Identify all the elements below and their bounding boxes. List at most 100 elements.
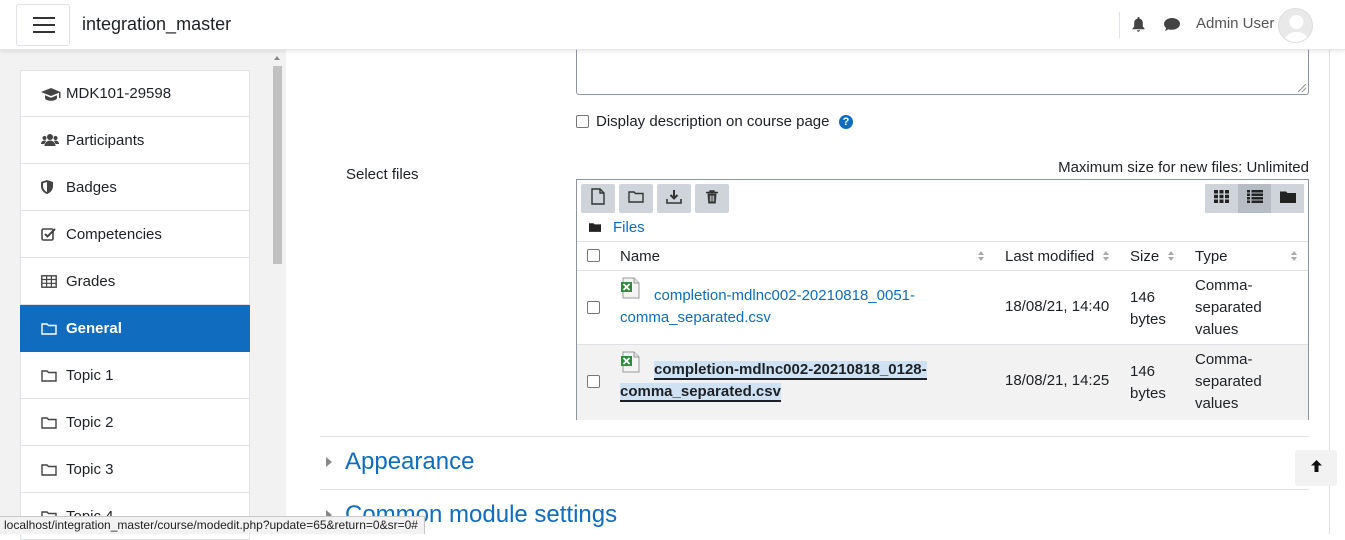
nav-item-badges[interactable]: Badges xyxy=(20,164,250,211)
nav-item-topic-2[interactable]: Topic 2 xyxy=(20,399,250,446)
file-name-link-selected[interactable]: completion-mdlnc002-20210818_0128- comma… xyxy=(620,359,940,403)
column-header-modified[interactable]: Last modified xyxy=(1005,248,1094,265)
file-table-header: Name Last modified Size Type xyxy=(577,241,1308,271)
collapse-caret-icon xyxy=(326,457,332,467)
file-size: 146 bytes xyxy=(1130,361,1166,405)
file-size-value: 146 xyxy=(1130,363,1156,380)
users-icon xyxy=(41,133,63,147)
filemanager: Files Name Last modified Size Type compl… xyxy=(576,179,1309,420)
file-size-unit: bytes xyxy=(1130,311,1166,328)
help-icon[interactable]: ? xyxy=(839,115,853,129)
folder-solid-icon xyxy=(589,219,601,236)
file-modified: 18/08/21, 14:40 xyxy=(1005,298,1110,315)
folder-icon xyxy=(41,322,63,335)
folder-icon xyxy=(628,190,644,207)
nav-item-label: Topic 3 xyxy=(66,460,114,478)
file-type-line: Comma- xyxy=(1195,277,1253,294)
file-size: 146 bytes xyxy=(1130,287,1166,331)
nav-item-label: Badges xyxy=(66,178,117,196)
file-type-line: separated xyxy=(1195,299,1262,316)
nav-item-competencies[interactable]: Competencies xyxy=(20,211,250,258)
status-bar-url: localhost/integration_master/course/mode… xyxy=(0,516,425,534)
file-type-line: values xyxy=(1195,395,1239,412)
chat-icon[interactable] xyxy=(1163,17,1181,36)
file-type-line: separated xyxy=(1195,373,1262,390)
back-to-top-button[interactable] xyxy=(1295,450,1337,486)
delete-button[interactable] xyxy=(695,184,729,213)
table-icon xyxy=(41,274,63,288)
section-divider xyxy=(320,489,1309,490)
nav-item-label: Grades xyxy=(66,272,116,290)
avatar[interactable] xyxy=(1278,8,1313,43)
nav-item-label: Competencies xyxy=(66,225,162,243)
row-checkbox[interactable] xyxy=(587,301,600,314)
section-title[interactable]: Appearance xyxy=(345,448,474,476)
add-file-button[interactable] xyxy=(581,184,615,213)
folder-icon xyxy=(41,463,63,476)
trash-icon xyxy=(706,189,718,208)
section-divider xyxy=(320,436,1309,437)
display-description-option[interactable]: Display description on course page xyxy=(576,113,829,130)
select-files-label: Select files xyxy=(346,166,419,183)
file-name-line: completion-mdlnc002-20210818_0128- xyxy=(654,361,927,380)
resize-grip-icon[interactable] xyxy=(1298,84,1306,92)
file-modified: 18/08/21, 14:25 xyxy=(1005,372,1110,389)
file-icon xyxy=(591,188,605,209)
view-mode-group xyxy=(1205,184,1304,213)
list-icon xyxy=(1246,190,1263,207)
download-icon xyxy=(666,189,682,208)
nav-item-label: MDK101-29598 xyxy=(66,85,172,102)
display-description-checkbox[interactable] xyxy=(576,115,589,128)
drawer-scrollbar-thumb[interactable] xyxy=(273,66,282,264)
column-header-name[interactable]: Name xyxy=(620,248,660,265)
nav-item-label: Topic 1 xyxy=(66,366,114,384)
breadcrumb-files-link[interactable]: Files xyxy=(613,219,645,236)
grid-icon xyxy=(1214,190,1229,207)
file-type: Comma- separated values xyxy=(1195,349,1262,415)
file-name-link[interactable]: completion-mdlnc002-20210818_0051- comma… xyxy=(620,285,940,329)
nav-item-general[interactable]: General xyxy=(20,305,250,352)
table-row[interactable]: completion-mdlnc002-20210818_0128- comma… xyxy=(577,345,1308,420)
table-row[interactable]: completion-mdlnc002-20210818_0051- comma… xyxy=(577,271,1308,345)
display-description-label: Display description on course page xyxy=(596,113,830,130)
folder-icon xyxy=(41,369,63,382)
column-header-type[interactable]: Type xyxy=(1195,248,1228,265)
file-type-line: values xyxy=(1195,321,1239,338)
file-name-line: comma_separated.csv xyxy=(620,309,771,326)
max-size-text: Maximum size for new files: Unlimited xyxy=(1058,159,1309,176)
file-size-unit: bytes xyxy=(1130,385,1166,402)
file-size-value: 146 xyxy=(1130,289,1156,306)
site-name[interactable]: integration_master xyxy=(82,14,231,35)
description-textarea[interactable] xyxy=(576,50,1309,95)
row-checkbox[interactable] xyxy=(587,375,600,388)
file-type: Comma- separated values xyxy=(1195,275,1262,341)
drawer-scrollbar[interactable] xyxy=(271,56,283,534)
bell-icon[interactable] xyxy=(1131,16,1146,37)
folder-icon xyxy=(41,416,63,429)
breadcrumb: Files xyxy=(589,219,645,236)
file-name-line: completion-mdlnc002-20210818_0051- xyxy=(654,287,916,304)
nav-item-course[interactable]: MDK101-29598 xyxy=(20,70,250,117)
user-menu-name[interactable]: Admin User xyxy=(1196,15,1274,32)
file-name-line: comma_separated.csv xyxy=(620,383,781,402)
nav-item-label: General xyxy=(66,319,122,337)
section-appearance[interactable]: Appearance xyxy=(326,448,474,476)
select-all-checkbox[interactable] xyxy=(587,249,600,262)
nav-item-label: Topic 2 xyxy=(66,413,114,431)
nav-item-grades[interactable]: Grades xyxy=(20,258,250,305)
nav-item-participants[interactable]: Participants xyxy=(20,117,250,164)
view-icons-button[interactable] xyxy=(1205,184,1238,213)
download-button[interactable] xyxy=(657,184,691,213)
view-tree-button[interactable] xyxy=(1271,184,1304,213)
create-folder-button[interactable] xyxy=(619,184,653,213)
view-details-button[interactable] xyxy=(1238,184,1271,213)
top-navbar: integration_master Admin User xyxy=(0,0,1345,50)
scroll-up-arrow-icon[interactable] xyxy=(274,56,280,60)
menu-toggle-button[interactable] xyxy=(16,4,70,46)
course-nav-drawer: MDK101-29598 Participants Badges Compete… xyxy=(0,50,286,540)
navbar-divider xyxy=(1119,12,1120,38)
course-nav-list: MDK101-29598 Participants Badges Compete… xyxy=(20,70,250,540)
nav-item-topic-3[interactable]: Topic 3 xyxy=(20,446,250,493)
column-header-size[interactable]: Size xyxy=(1130,248,1159,265)
nav-item-topic-1[interactable]: Topic 1 xyxy=(20,352,250,399)
